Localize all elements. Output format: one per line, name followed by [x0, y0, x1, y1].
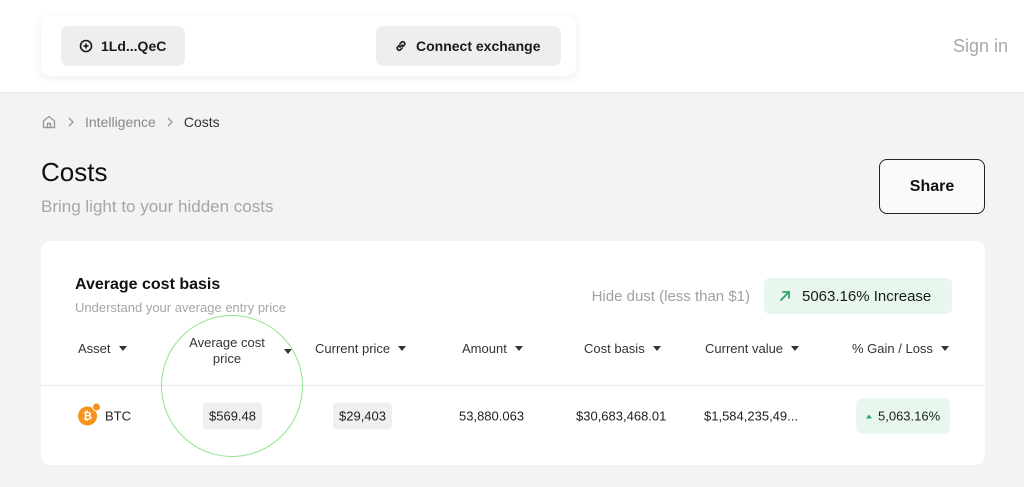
chevron-down-icon — [514, 346, 523, 351]
column-header-label: Current price — [315, 341, 391, 356]
current-price-value: $29,403 — [333, 402, 392, 430]
chevron-down-icon — [791, 346, 800, 351]
column-header-label: Amount — [462, 341, 507, 356]
breadcrumb: Intelligence Costs — [41, 114, 220, 130]
page-subtitle: Bring light to your hidden costs — [41, 197, 274, 216]
column-header-current-price[interactable]: Current price — [315, 341, 407, 356]
hide-dust-toggle[interactable]: Hide dust (less than $1) — [592, 288, 750, 305]
table-row[interactable]: ₿ BTC $569.48 $29,403 53,880.063 $30,683… — [41, 386, 985, 446]
current-value-value: $1,584,235,49... — [704, 408, 798, 424]
wallet-card: 1Ld...QeC Connect exchange — [41, 16, 576, 76]
card-title: Average cost basis — [75, 276, 221, 293]
bitcoin-icon: ₿ — [78, 402, 101, 426]
page-title: Costs — [41, 157, 108, 187]
average-cost-value: $569.48 — [203, 402, 262, 430]
asset-cell: ₿ BTC — [78, 402, 131, 426]
column-header-label: % Gain / Loss — [852, 341, 933, 356]
chevron-down-icon — [284, 349, 292, 354]
breadcrumb-item-intelligence[interactable]: Intelligence — [85, 114, 156, 130]
column-header-label: price — [212, 351, 242, 366]
cost-basis-value: $30,683,468.01 — [576, 408, 667, 424]
gain-loss-value: 5,063.16% — [878, 408, 941, 424]
home-icon[interactable] — [41, 114, 57, 130]
increase-badge: 5063.16% Increase — [764, 278, 952, 314]
column-header-label: Current value — [705, 341, 784, 356]
top-bar: 1Ld...QeC Connect exchange Sign in — [0, 0, 1024, 93]
card-subtitle: Understand your average entry price — [75, 300, 287, 315]
connect-exchange-button[interactable]: Connect exchange — [376, 26, 561, 66]
chevron-right-icon — [167, 117, 173, 127]
column-header-current-value[interactable]: Current value — [705, 341, 800, 356]
chevron-down-icon — [652, 346, 661, 351]
arrow-up-right-icon — [780, 291, 790, 301]
column-header-asset[interactable]: Asset — [78, 341, 127, 356]
increase-label: 5063.16% Increase — [802, 287, 932, 305]
column-header-amount[interactable]: Amount — [462, 341, 523, 356]
breadcrumb-item-costs: Costs — [183, 114, 220, 130]
wallet-label: 1Ld...QeC — [101, 38, 167, 54]
plus-circle-icon — [79, 39, 93, 53]
chevron-right-icon — [68, 117, 74, 127]
column-header-label: Average cost — [189, 335, 265, 350]
sign-in-link[interactable]: Sign in — [953, 36, 1008, 57]
link-icon — [396, 41, 406, 51]
column-header-cost-basis[interactable]: Cost basis — [584, 341, 661, 356]
column-header-average-cost-price[interactable]: Average cost price — [181, 335, 273, 367]
column-header-gain-loss[interactable]: % Gain / Loss — [852, 341, 949, 356]
average-cost-basis-card: Average cost basis Understand your avera… — [41, 241, 985, 465]
column-header-label: Asset — [78, 341, 111, 356]
column-header-label: Cost basis — [584, 341, 645, 356]
caret-up-icon — [866, 414, 872, 418]
share-button[interactable]: Share — [879, 159, 985, 214]
chevron-down-icon — [118, 346, 127, 351]
connect-exchange-label: Connect exchange — [416, 38, 541, 54]
asset-name: BTC — [105, 408, 131, 424]
amount-value: 53,880.063 — [459, 408, 525, 424]
gain-loss-chip: 5,063.16% — [856, 398, 951, 434]
chevron-down-icon — [398, 346, 407, 351]
chevron-down-icon — [940, 346, 949, 351]
wallet-button[interactable]: 1Ld...QeC — [61, 26, 185, 66]
